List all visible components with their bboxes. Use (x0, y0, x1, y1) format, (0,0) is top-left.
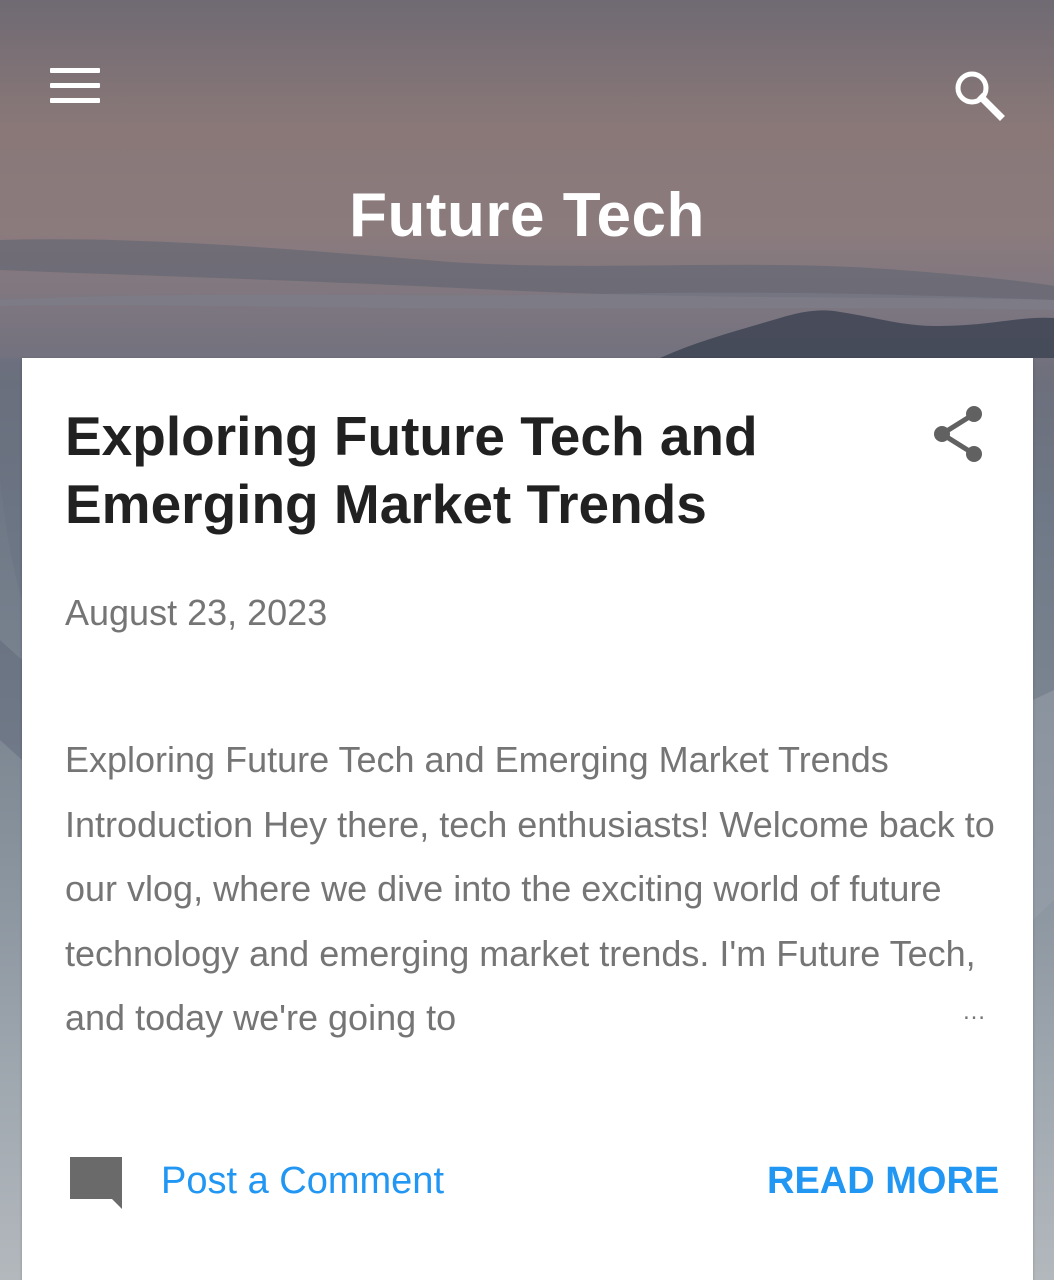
snippet-ellipsis: … (962, 998, 987, 1025)
search-button[interactable] (950, 66, 1006, 122)
post-comment-link[interactable]: Post a Comment (161, 1160, 444, 1203)
search-icon (955, 71, 1005, 121)
share-button[interactable] (930, 404, 986, 464)
snippet-fade (742, 984, 942, 1048)
post-date: August 23, 2023 (65, 592, 328, 633)
comment-button[interactable] (67, 1154, 125, 1212)
comment-icon (70, 1157, 122, 1209)
post-card: Exploring Future Tech and Emerging Marke… (22, 358, 1033, 1280)
hamburger-line (50, 98, 100, 103)
post-title[interactable]: Exploring Future Tech and Emerging Marke… (65, 402, 825, 538)
hamburger-menu-icon (50, 68, 100, 73)
hamburger-line (50, 83, 100, 88)
read-more-link[interactable]: READ MORE (767, 1160, 999, 1203)
site-title[interactable]: Future Tech (0, 180, 1054, 251)
menu-button[interactable] (50, 66, 102, 106)
share-icon (934, 406, 982, 462)
